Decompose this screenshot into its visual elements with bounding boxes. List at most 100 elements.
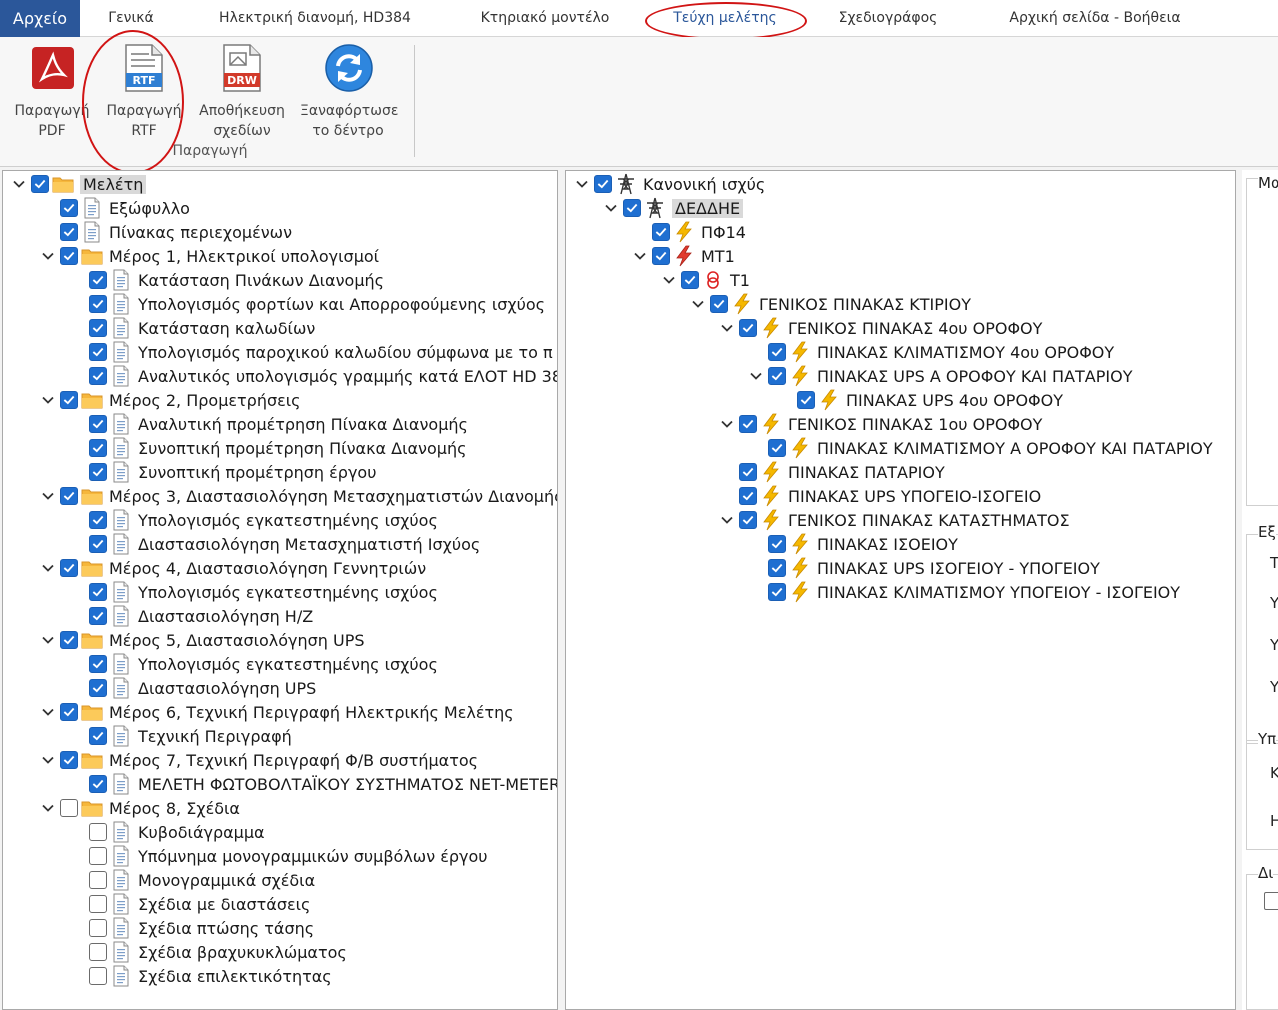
chevron-down-icon[interactable] [36,484,60,508]
circuit-tree-item-row[interactable]: Κανονική ισχύς [570,172,765,196]
circuit-tree-item-row[interactable]: ΠΙΝΑΚΑΣ ΙΣΟΕΙΟΥ [744,532,958,556]
checkbox[interactable] [89,295,107,313]
document-tree-item-row[interactable]: Μέρος 4, Διαστασιολόγηση Γεννητριών [36,556,426,580]
chevron-down-icon[interactable] [36,388,60,412]
checkbox[interactable] [89,871,107,889]
save-drawings-button[interactable]: DRW Αποθήκευση σχεδίων [194,39,290,149]
checkbox[interactable] [681,271,699,289]
tab-home-help[interactable]: Αρχική σελίδα - Βοήθεια [995,0,1195,37]
produce-pdf-button[interactable]: Παραγωγή PDF [4,39,100,149]
checkbox[interactable] [797,391,815,409]
checkbox[interactable] [60,751,78,769]
checkbox[interactable] [89,823,107,841]
checkbox[interactable] [89,655,107,673]
checkbox[interactable] [652,223,670,241]
circuit-tree-item-row[interactable]: Τ1 [657,268,750,292]
checkbox[interactable] [60,799,78,817]
circuit-tree-item-row[interactable]: ΠΙΝΑΚΑΣ ΠΑΤΑΡΙΟΥ [715,460,945,484]
circuit-tree-item-row[interactable]: ΠΙΝΑΚΑΣ ΚΛΙΜΑΤΙΣΜΟΥ 4ου ΟΡΟΦΟΥ [744,340,1114,364]
chevron-down-icon[interactable] [36,244,60,268]
chevron-down-icon[interactable] [715,412,739,436]
circuit-tree-item-row[interactable]: ΠΦ14 [628,220,746,244]
chevron-down-icon[interactable] [715,316,739,340]
document-tree-item-row[interactable]: Συνοπτική προμέτρηση έργου [65,460,376,484]
checkbox[interactable] [739,319,757,337]
tab-file[interactable]: Αρχείο [0,0,80,37]
checkbox[interactable] [60,223,78,241]
produce-rtf-button[interactable]: RTF Παραγωγή RTF [96,39,192,149]
checkbox[interactable] [768,583,786,601]
checkbox[interactable] [89,343,107,361]
checkbox[interactable] [60,559,78,577]
chevron-down-icon[interactable] [7,172,31,196]
chevron-down-icon[interactable] [570,172,594,196]
chevron-down-icon[interactable] [36,748,60,772]
checkbox[interactable] [652,247,670,265]
checkbox[interactable] [89,943,107,961]
checkbox[interactable] [60,631,78,649]
checkbox[interactable] [768,343,786,361]
chevron-down-icon[interactable] [599,196,623,220]
document-tree-item-row[interactable]: Συνοπτική προμέτρηση Πίνακα Διανομής [65,436,466,460]
document-tree-item-row[interactable]: Εξώφυλλο [36,196,190,220]
document-tree-item-row[interactable]: Σχέδια με διαστάσεις [65,892,310,916]
circuit-tree-item-row[interactable]: ΠΙΝΑΚΑΣ UPS ΥΠΟΓΕΙΟ-ΙΣΟΓΕΙΟ [715,484,1041,508]
document-tree-item-row[interactable]: Μέρος 6, Τεχνική Περιγραφή Ηλεκτρικής Με… [36,700,514,724]
document-tree-item-row[interactable]: Μέρος 2, Προμετρήσεις [36,388,301,412]
tab-drawing-editor[interactable]: Σχεδιογράφος [828,0,948,37]
checkbox[interactable] [739,415,757,433]
checkbox[interactable] [60,391,78,409]
option-checkbox[interactable] [1264,892,1278,910]
chevron-down-icon[interactable] [715,508,739,532]
checkbox[interactable] [89,415,107,433]
document-tree-item-row[interactable]: Υπολογισμός εγκατεστημένης ισχύος [65,508,438,532]
circuit-tree-item-row[interactable]: ΠΙΝΑΚΑΣ UPS 4ου ΟΡΟΦΟΥ [773,388,1063,412]
checkbox[interactable] [710,295,728,313]
tab-study-documents[interactable]: Τεύχη μελέτης [655,0,795,37]
document-tree-item-row[interactable]: Μέρος 5, Διαστασιολόγηση UPS [36,628,365,652]
checkbox[interactable] [739,511,757,529]
document-tree-item-row[interactable]: Μέρος 3, Διαστασιολόγηση Μετασχηματιστών… [36,484,557,508]
checkbox[interactable] [89,967,107,985]
document-tree-item-row[interactable]: Κατάσταση Πινάκων Διανομής [65,268,384,292]
tab-electrical-distribution[interactable]: Ηλεκτρική διανομή, HD384 [212,0,418,37]
circuit-tree-item-row[interactable]: ΓΕΝΙΚΟΣ ΠΙΝΑΚΑΣ 4ου ΟΡΟΦΟΥ [715,316,1042,340]
checkbox[interactable] [89,607,107,625]
circuit-tree-item-row[interactable]: ΠΙΝΑΚΑΣ ΚΛΙΜΑΤΙΣΜΟΥ ΥΠΟΓΕΙΟΥ - ΙΣΟΓΕΙΟΥ [744,580,1180,604]
reload-tree-button[interactable]: Ξαναφόρτωσε το δέντρο [300,39,398,149]
checkbox[interactable] [60,487,78,505]
chevron-down-icon[interactable] [686,292,710,316]
checkbox[interactable] [89,919,107,937]
tab-general[interactable]: Γενικά [92,0,170,37]
document-tree-item-row[interactable]: Πίνακας περιεχομένων [36,220,292,244]
checkbox[interactable] [89,847,107,865]
checkbox[interactable] [623,199,641,217]
checkbox[interactable] [89,727,107,745]
chevron-down-icon[interactable] [657,268,681,292]
document-tree-item-row[interactable]: Υπόμνημα μονογραμμικών συμβόλων έργου [65,844,488,868]
circuit-tree-item-row[interactable]: ΓΕΝΙΚΟΣ ΠΙΝΑΚΑΣ 1ου ΟΡΟΦΟΥ [715,412,1042,436]
checkbox[interactable] [89,583,107,601]
checkbox[interactable] [768,559,786,577]
checkbox[interactable] [89,463,107,481]
document-tree-item-row[interactable]: Μέρος 7, Τεχνική Περιγραφή Φ/Β συστήματο… [36,748,478,772]
chevron-down-icon[interactable] [744,364,768,388]
document-tree-item-row[interactable]: Σχέδια πτώσης τάσης [65,916,314,940]
checkbox[interactable] [739,487,757,505]
chevron-down-icon[interactable] [36,796,60,820]
document-tree-item-row[interactable]: Μέρος 1, Ηλεκτρικοί υπολογισμοί [36,244,379,268]
checkbox[interactable] [594,175,612,193]
checkbox[interactable] [60,199,78,217]
document-tree-item-row[interactable]: Υπολογισμός παροχικού καλωδίου σύμφωνα μ… [65,340,553,364]
document-tree-item-row[interactable]: Διαστασιολόγηση Η/Ζ [65,604,313,628]
document-tree-item-row[interactable]: Κυβοδιάγραμμα [65,820,265,844]
checkbox[interactable] [768,535,786,553]
checkbox[interactable] [768,367,786,385]
circuit-tree-item-row[interactable]: ΜΤ1 [628,244,735,268]
checkbox[interactable] [768,439,786,457]
checkbox[interactable] [89,679,107,697]
document-tree-item-row[interactable]: Υπολογισμός φορτίων και Απορροφούμενης ι… [65,292,545,316]
circuit-tree-item-row[interactable]: ΔΕΔΔΗΕ [599,196,744,220]
document-tree-item-row[interactable]: Υπολογισμός εγκατεστημένης ισχύος [65,580,438,604]
checkbox[interactable] [89,367,107,385]
